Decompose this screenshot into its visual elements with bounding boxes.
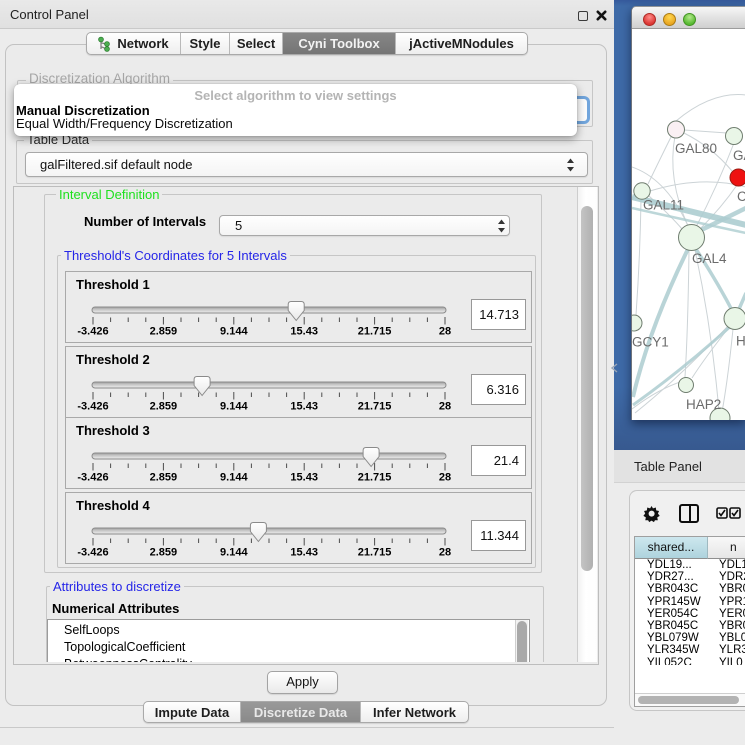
- svg-text:HAP2: HAP2: [686, 397, 721, 412]
- svg-text:9.144: 9.144: [220, 547, 248, 559]
- svg-text:15.43: 15.43: [290, 326, 318, 338]
- svg-text:28: 28: [439, 547, 451, 559]
- svg-text:15.43: 15.43: [290, 472, 318, 484]
- svg-text:9.144: 9.144: [220, 472, 248, 484]
- svg-text:-3.426: -3.426: [77, 472, 108, 484]
- svg-text:28: 28: [439, 326, 451, 338]
- svg-text:9.144: 9.144: [220, 400, 248, 412]
- svg-text:GCY1: GCY1: [632, 335, 669, 350]
- svg-text:21.715: 21.715: [358, 326, 392, 338]
- svg-text:2.859: 2.859: [150, 326, 178, 338]
- svg-text:15.43: 15.43: [290, 400, 318, 412]
- svg-text:21.715: 21.715: [358, 400, 392, 412]
- svg-text:2.859: 2.859: [150, 472, 178, 484]
- svg-text:15.43: 15.43: [290, 547, 318, 559]
- svg-text:GAL4: GAL4: [692, 251, 727, 266]
- svg-text:21.715: 21.715: [358, 547, 392, 559]
- svg-text:21.715: 21.715: [358, 472, 392, 484]
- svg-text:GA: GA: [733, 148, 745, 163]
- svg-text:2.859: 2.859: [150, 400, 178, 412]
- svg-text:GAL80: GAL80: [675, 141, 717, 156]
- svg-text:-3.426: -3.426: [77, 400, 108, 412]
- svg-text:28: 28: [439, 400, 451, 412]
- svg-text:GAL11: GAL11: [643, 198, 684, 213]
- svg-text:-3.426: -3.426: [77, 326, 108, 338]
- svg-text:C: C: [737, 189, 745, 204]
- svg-text:H: H: [736, 334, 745, 349]
- svg-text:-3.426: -3.426: [77, 547, 108, 559]
- svg-text:2.859: 2.859: [150, 547, 178, 559]
- svg-text:28: 28: [439, 472, 451, 484]
- svg-text:9.144: 9.144: [220, 326, 248, 338]
